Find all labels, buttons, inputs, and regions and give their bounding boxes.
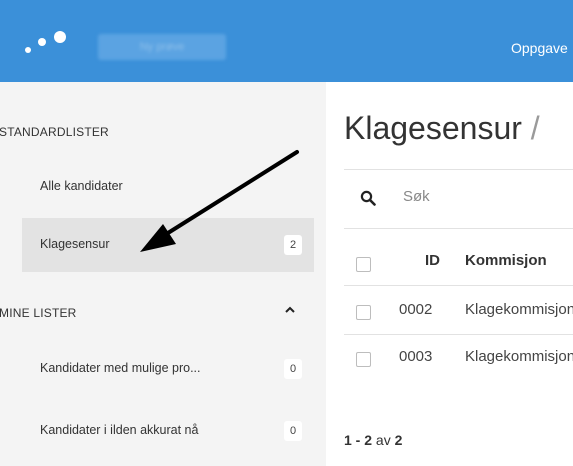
count-badge: 2 <box>284 235 302 255</box>
sidebar-item-i-ilden[interactable]: Kandidater i ilden akkurat nå 0 <box>22 404 314 458</box>
search-input[interactable]: Søk <box>403 188 430 205</box>
top-bar: Ny prøve Oppgave <box>0 0 573 82</box>
environment-selector[interactable]: Ny prøve <box>98 34 226 60</box>
main-content: Klagesensur / Søk ID Kommisjon 0002 Klag… <box>326 82 573 466</box>
section-heading-mine: MINE LISTER <box>0 306 77 320</box>
column-header-kommisjon[interactable]: Kommisjon <box>465 252 547 269</box>
pagination-total: 2 <box>394 432 403 448</box>
divider <box>344 334 573 335</box>
table-cell-kommisjon[interactable]: Klagekommisjon <box>465 301 573 318</box>
sidebar: STANDARDLISTER Alle kandidater Klagesens… <box>0 82 326 466</box>
divider <box>344 169 573 170</box>
row-checkbox[interactable] <box>356 352 371 367</box>
divider <box>344 228 573 229</box>
sidebar-item-label: Alle kandidater <box>40 179 123 193</box>
search-icon[interactable] <box>360 190 376 206</box>
table-cell-id: 0002 <box>399 301 433 318</box>
sidebar-item-klagesensur[interactable]: Klagesensur 2 <box>22 218 314 272</box>
column-header-id[interactable]: ID <box>425 252 440 269</box>
row-checkbox[interactable] <box>356 305 371 320</box>
page-title-text: Klagesensur <box>344 110 522 146</box>
title-separator: / <box>530 110 540 146</box>
count-badge: 0 <box>284 421 302 441</box>
chevron-up-icon[interactable] <box>284 304 296 316</box>
select-all-checkbox[interactable] <box>356 257 371 272</box>
sidebar-item-alle-kandidater[interactable]: Alle kandidater <box>22 160 314 214</box>
pagination-range: 1 - 2 <box>344 432 373 448</box>
divider <box>344 285 573 286</box>
sidebar-item-label: Kandidater i ilden akkurat nå <box>40 423 199 437</box>
section-heading-standard: STANDARDLISTER <box>0 125 109 139</box>
sidebar-item-mulige-problemer[interactable]: Kandidater med mulige pro... 0 <box>22 342 314 396</box>
table-cell-kommisjon[interactable]: Klagekommisjon <box>465 348 573 365</box>
page-title: Klagesensur / <box>344 110 540 147</box>
pagination-of: av <box>375 432 391 448</box>
sidebar-item-label: Kandidater med mulige pro... <box>40 361 201 375</box>
pagination-info: 1 - 2 av 2 <box>344 432 402 448</box>
app-logo-icon[interactable] <box>22 30 70 56</box>
nav-oppgave[interactable]: Oppgave <box>511 40 568 56</box>
sidebar-item-label: Klagesensur <box>40 237 110 251</box>
table-cell-id: 0003 <box>399 348 433 365</box>
count-badge: 0 <box>284 359 302 379</box>
